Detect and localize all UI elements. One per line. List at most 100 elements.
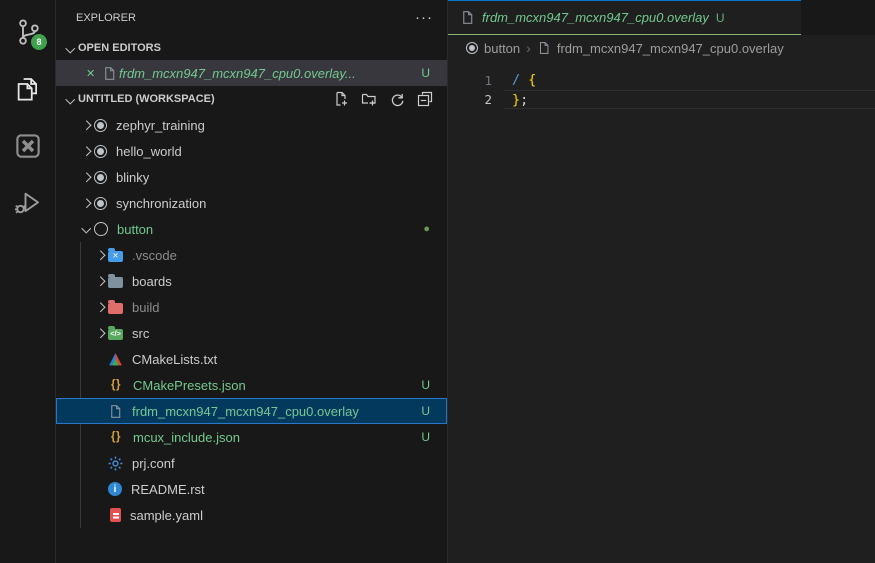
- source-control-badge: 8: [31, 34, 47, 50]
- run-debug-button[interactable]: [0, 174, 55, 231]
- tab-bar: frdm_mcxn947_mcxn947_cpu0.overlay U: [448, 0, 875, 35]
- git-untracked-badge: U: [421, 404, 430, 418]
- mcux-x-extension-icon: [13, 131, 43, 161]
- code-token: /: [512, 72, 520, 88]
- git-changes-dot: ●: [423, 224, 430, 235]
- tree-item-synchronization[interactable]: synchronization: [56, 190, 447, 216]
- tree-item-prj-conf[interactable]: prj.conf: [56, 450, 447, 476]
- tree-item-label: zephyr_training: [116, 118, 205, 133]
- workspace-label: UNTITLED (WORKSPACE): [78, 93, 215, 105]
- tree-item-label: button: [117, 222, 153, 237]
- code-token: ;: [520, 92, 528, 108]
- file-icon: [460, 10, 475, 25]
- chevron-down-icon[interactable]: [78, 221, 94, 237]
- tree-item-zephyr-training[interactable]: zephyr_training: [56, 112, 447, 138]
- open-editor-filename: frdm_mcxn947_mcxn947_cpu0.overlay...: [119, 66, 356, 81]
- open-editor-item[interactable]: ✕ frdm_mcxn947_mcxn947_cpu0.overlay... U: [56, 60, 447, 86]
- source-control-button[interactable]: 8: [0, 3, 55, 60]
- sidebar-header: EXPLORER ···: [56, 0, 447, 36]
- tree-item-label: CMakeLists.txt: [132, 352, 217, 367]
- vscode-logo-glyph: ✕: [108, 251, 123, 262]
- tree-item-label: boards: [132, 274, 172, 289]
- tree-item-label: README.rst: [131, 482, 205, 497]
- tree-item-boards-folder[interactable]: boards: [56, 268, 447, 294]
- code-glyph: </>: [108, 329, 123, 340]
- project-record-open-icon: [94, 222, 108, 236]
- tree-item-mcux-include[interactable]: {} mcux_include.json U: [56, 424, 447, 450]
- close-icon[interactable]: ✕: [86, 67, 102, 80]
- explorer-button[interactable]: [0, 60, 55, 117]
- vscode-folder-icon: ✕: [108, 251, 123, 262]
- tree-item-label: hello_world: [116, 144, 182, 159]
- breadcrumb-folder[interactable]: button: [484, 41, 520, 56]
- workspace-section-header[interactable]: UNTITLED (WORKSPACE): [56, 86, 447, 112]
- git-untracked-badge: U: [421, 66, 430, 80]
- new-folder-icon[interactable]: [361, 91, 377, 107]
- project-record-icon: [466, 42, 478, 54]
- tree-item-button[interactable]: button ●: [56, 216, 447, 242]
- chevron-down-icon[interactable]: [62, 92, 78, 106]
- chevron-right-icon[interactable]: [78, 117, 94, 133]
- tree-item-label: mcux_include.json: [133, 430, 240, 445]
- tree-item-readme[interactable]: i README.rst: [56, 476, 447, 502]
- tree-item-label: synchronization: [116, 196, 206, 211]
- file-icon: [108, 404, 123, 419]
- code-line-2-active[interactable]: 2 };: [448, 90, 875, 109]
- breadcrumb-file[interactable]: frdm_mcxn947_mcxn947_cpu0.overlay: [557, 41, 784, 56]
- project-record-icon: [94, 119, 107, 132]
- tree-item-cmakepresets[interactable]: {} CMakePresets.json U: [56, 372, 447, 398]
- tree-item-label: prj.conf: [132, 456, 175, 471]
- tree-item-label: CMakePresets.json: [133, 378, 246, 393]
- cmake-icon: [108, 352, 123, 367]
- git-untracked-badge: U: [421, 430, 430, 444]
- sidebar-title: EXPLORER: [76, 12, 136, 24]
- tree-item-blinky[interactable]: blinky: [56, 164, 447, 190]
- chevron-right-icon[interactable]: [78, 143, 94, 159]
- chevron-right-icon[interactable]: [78, 195, 94, 211]
- json-braces-icon: {}: [108, 431, 124, 443]
- code-area[interactable]: 1 /{ 2 };: [448, 61, 875, 109]
- code-line-1[interactable]: 1 /{: [448, 71, 875, 90]
- chevron-right-icon[interactable]: [92, 247, 108, 263]
- line-number: 1: [448, 71, 504, 90]
- tab-label: frdm_mcxn947_mcxn947_cpu0.overlay: [482, 10, 709, 25]
- explorer-sidebar: EXPLORER ··· OPEN EDITORS ✕ frdm_mcxn947…: [56, 0, 448, 563]
- tree-item-hello-world[interactable]: hello_world: [56, 138, 447, 164]
- breadcrumb: button › frdm_mcxn947_mcxn947_cpu0.overl…: [448, 35, 875, 61]
- button-project-children: ✕ .vscode boards build </> src: [56, 242, 447, 528]
- build-folder-icon: [108, 303, 123, 314]
- file-icon: [537, 41, 551, 55]
- code-token: }: [512, 92, 520, 108]
- git-untracked-badge: U: [421, 378, 430, 392]
- tree-item-build-folder[interactable]: build: [56, 294, 447, 320]
- json-braces-icon: {}: [108, 379, 124, 391]
- activity-bar: 8: [0, 0, 56, 563]
- tab-overlay-file[interactable]: frdm_mcxn947_mcxn947_cpu0.overlay U: [448, 0, 801, 35]
- tree-item-src-folder[interactable]: </> src: [56, 320, 447, 346]
- tree-item-sample-yaml[interactable]: sample.yaml: [56, 502, 447, 528]
- collapse-all-icon[interactable]: [417, 91, 433, 107]
- refresh-icon[interactable]: [389, 91, 405, 107]
- run-and-debug-icon: [13, 188, 43, 218]
- project-record-icon: [94, 171, 107, 184]
- tree-item-cmakelists[interactable]: CMakeLists.txt: [56, 346, 447, 372]
- chevron-right-icon[interactable]: [92, 325, 108, 341]
- tree-item-vscode-folder[interactable]: ✕ .vscode: [56, 242, 447, 268]
- workspace-actions: [333, 91, 433, 107]
- info-icon: i: [108, 482, 122, 496]
- tree-item-overlay-selected[interactable]: frdm_mcxn947_mcxn947_cpu0.overlay U: [56, 398, 447, 424]
- explorer-files-icon: [13, 74, 43, 104]
- chevron-right-icon[interactable]: [78, 169, 94, 185]
- yaml-icon: [110, 508, 121, 522]
- chevron-right-icon[interactable]: [92, 273, 108, 289]
- new-file-icon[interactable]: [333, 91, 349, 107]
- tree-item-label: .vscode: [132, 248, 177, 263]
- tree-item-label: sample.yaml: [130, 508, 203, 523]
- chevron-down-icon[interactable]: [62, 41, 78, 55]
- more-actions-icon[interactable]: ···: [415, 13, 433, 23]
- open-editors-section-header[interactable]: OPEN EDITORS: [56, 36, 447, 60]
- chevron-right-icon[interactable]: [92, 299, 108, 315]
- mcux-extension-button[interactable]: [0, 117, 55, 174]
- line-number: 2: [448, 90, 504, 109]
- vscode-window: 8: [0, 0, 875, 563]
